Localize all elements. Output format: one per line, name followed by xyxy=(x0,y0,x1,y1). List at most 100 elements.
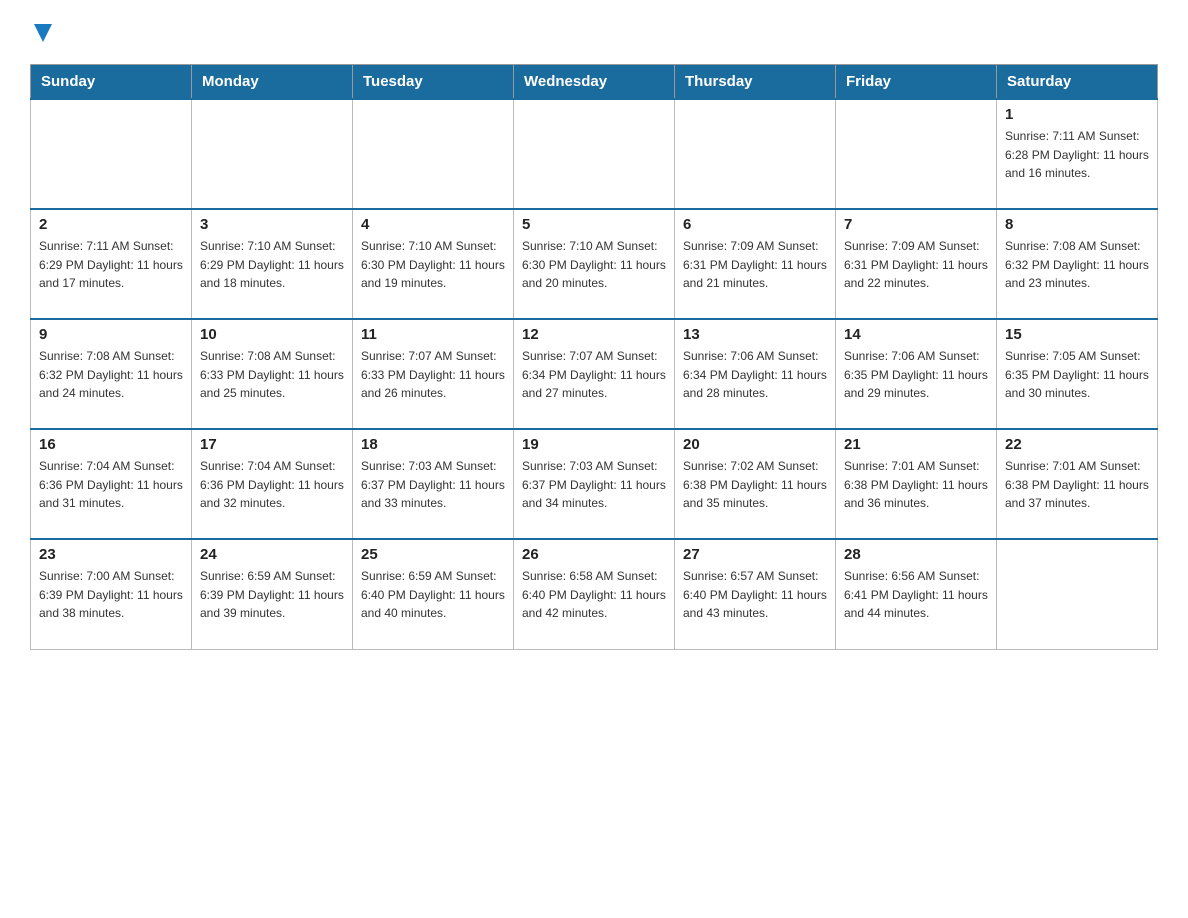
day-info: Sunrise: 6:59 AM Sunset: 6:39 PM Dayligh… xyxy=(200,567,344,623)
calendar-cell: 17 Sunrise: 7:04 AM Sunset: 6:36 PM Dayli… xyxy=(192,429,353,539)
weekday-header-tuesday: Tuesday xyxy=(353,65,514,100)
day-info: Sunrise: 7:01 AM Sunset: 6:38 PM Dayligh… xyxy=(1005,457,1149,513)
day-number: 19 xyxy=(522,436,666,453)
calendar-cell: 14 Sunrise: 7:06 AM Sunset: 6:35 PM Dayli… xyxy=(836,319,997,429)
calendar-cell xyxy=(836,99,997,209)
day-number: 25 xyxy=(361,546,505,563)
calendar-cell: 24 Sunrise: 6:59 AM Sunset: 6:39 PM Dayli… xyxy=(192,539,353,649)
calendar-cell: 22 Sunrise: 7:01 AM Sunset: 6:38 PM Dayli… xyxy=(997,429,1158,539)
calendar-cell: 10 Sunrise: 7:08 AM Sunset: 6:33 PM Dayli… xyxy=(192,319,353,429)
calendar-cell: 2Sunrise: 7:11 AM Sunset: 6:29 PM Daylig… xyxy=(31,209,192,319)
day-number: 22 xyxy=(1005,436,1149,453)
day-number: 6 xyxy=(683,216,827,233)
weekday-header-saturday: Saturday xyxy=(997,65,1158,100)
day-number: 21 xyxy=(844,436,988,453)
day-info: Sunrise: 7:11 AM Sunset: 6:28 PM Dayligh… xyxy=(1005,127,1149,183)
calendar-cell xyxy=(353,99,514,209)
day-info: Sunrise: 6:58 AM Sunset: 6:40 PM Dayligh… xyxy=(522,567,666,623)
calendar-cell: 27 Sunrise: 6:57 AM Sunset: 6:40 PM Dayli… xyxy=(675,539,836,649)
day-number: 11 xyxy=(361,326,505,343)
calendar-cell: 20Sunrise: 7:02 AM Sunset: 6:38 PM Dayli… xyxy=(675,429,836,539)
calendar-cell: 11 Sunrise: 7:07 AM Sunset: 6:33 PM Dayli… xyxy=(353,319,514,429)
calendar-cell xyxy=(997,539,1158,649)
day-info: Sunrise: 7:04 AM Sunset: 6:36 PM Dayligh… xyxy=(39,457,183,513)
weekday-header-wednesday: Wednesday xyxy=(514,65,675,100)
calendar-cell xyxy=(31,99,192,209)
day-info: Sunrise: 7:07 AM Sunset: 6:34 PM Dayligh… xyxy=(522,347,666,403)
logo-arrow-icon xyxy=(32,22,54,44)
day-number: 23 xyxy=(39,546,183,563)
day-info: Sunrise: 7:10 AM Sunset: 6:29 PM Dayligh… xyxy=(200,237,344,293)
day-info: Sunrise: 7:09 AM Sunset: 6:31 PM Dayligh… xyxy=(844,237,988,293)
day-number: 4 xyxy=(361,216,505,233)
day-info: Sunrise: 7:06 AM Sunset: 6:35 PM Dayligh… xyxy=(844,347,988,403)
day-number: 27 xyxy=(683,546,827,563)
day-number: 16 xyxy=(39,436,183,453)
day-number: 26 xyxy=(522,546,666,563)
day-number: 24 xyxy=(200,546,344,563)
weekday-header-thursday: Thursday xyxy=(675,65,836,100)
week-row-5: 23 Sunrise: 7:00 AM Sunset: 6:39 PM Dayli… xyxy=(31,539,1158,649)
day-number: 9 xyxy=(39,326,183,343)
calendar-cell: 8 Sunrise: 7:08 AM Sunset: 6:32 PM Daylig… xyxy=(997,209,1158,319)
week-row-4: 16 Sunrise: 7:04 AM Sunset: 6:36 PM Dayli… xyxy=(31,429,1158,539)
week-row-1: 1 Sunrise: 7:11 AM Sunset: 6:28 PM Daylig… xyxy=(31,99,1158,209)
calendar-cell: 3 Sunrise: 7:10 AM Sunset: 6:29 PM Daylig… xyxy=(192,209,353,319)
day-info: Sunrise: 7:08 AM Sunset: 6:32 PM Dayligh… xyxy=(39,347,183,403)
day-info: Sunrise: 7:10 AM Sunset: 6:30 PM Dayligh… xyxy=(361,237,505,293)
day-info: Sunrise: 7:07 AM Sunset: 6:33 PM Dayligh… xyxy=(361,347,505,403)
calendar-cell: 25 Sunrise: 6:59 AM Sunset: 6:40 PM Dayli… xyxy=(353,539,514,649)
weekday-header-sunday: Sunday xyxy=(31,65,192,100)
calendar-cell: 21 Sunrise: 7:01 AM Sunset: 6:38 PM Dayli… xyxy=(836,429,997,539)
day-info: Sunrise: 7:08 AM Sunset: 6:32 PM Dayligh… xyxy=(1005,237,1149,293)
day-number: 10 xyxy=(200,326,344,343)
day-info: Sunrise: 7:05 AM Sunset: 6:35 PM Dayligh… xyxy=(1005,347,1149,403)
calendar-cell: 16 Sunrise: 7:04 AM Sunset: 6:36 PM Dayli… xyxy=(31,429,192,539)
logo xyxy=(30,20,54,44)
day-info: Sunrise: 7:03 AM Sunset: 6:37 PM Dayligh… xyxy=(522,457,666,513)
week-row-3: 9 Sunrise: 7:08 AM Sunset: 6:32 PM Daylig… xyxy=(31,319,1158,429)
calendar-cell: 7Sunrise: 7:09 AM Sunset: 6:31 PM Daylig… xyxy=(836,209,997,319)
day-info: Sunrise: 7:01 AM Sunset: 6:38 PM Dayligh… xyxy=(844,457,988,513)
day-number: 28 xyxy=(844,546,988,563)
calendar-cell: 1 Sunrise: 7:11 AM Sunset: 6:28 PM Daylig… xyxy=(997,99,1158,209)
day-info: Sunrise: 7:11 AM Sunset: 6:29 PM Dayligh… xyxy=(39,237,183,293)
day-number: 3 xyxy=(200,216,344,233)
day-number: 18 xyxy=(361,436,505,453)
day-number: 8 xyxy=(1005,216,1149,233)
calendar-cell: 5 Sunrise: 7:10 AM Sunset: 6:30 PM Daylig… xyxy=(514,209,675,319)
calendar-cell: 26 Sunrise: 6:58 AM Sunset: 6:40 PM Dayli… xyxy=(514,539,675,649)
page-header xyxy=(30,20,1158,44)
calendar-cell xyxy=(192,99,353,209)
calendar-table: SundayMondayTuesdayWednesdayThursdayFrid… xyxy=(30,64,1158,650)
day-number: 5 xyxy=(522,216,666,233)
day-info: Sunrise: 7:08 AM Sunset: 6:33 PM Dayligh… xyxy=(200,347,344,403)
week-row-2: 2Sunrise: 7:11 AM Sunset: 6:29 PM Daylig… xyxy=(31,209,1158,319)
weekday-header-row: SundayMondayTuesdayWednesdayThursdayFrid… xyxy=(31,65,1158,100)
day-number: 15 xyxy=(1005,326,1149,343)
day-number: 20 xyxy=(683,436,827,453)
calendar-cell: 4 Sunrise: 7:10 AM Sunset: 6:30 PM Daylig… xyxy=(353,209,514,319)
calendar-cell: 18Sunrise: 7:03 AM Sunset: 6:37 PM Dayli… xyxy=(353,429,514,539)
day-number: 13 xyxy=(683,326,827,343)
calendar-cell: 12Sunrise: 7:07 AM Sunset: 6:34 PM Dayli… xyxy=(514,319,675,429)
day-info: Sunrise: 7:10 AM Sunset: 6:30 PM Dayligh… xyxy=(522,237,666,293)
calendar-cell: 28 Sunrise: 6:56 AM Sunset: 6:41 PM Dayli… xyxy=(836,539,997,649)
day-info: Sunrise: 7:09 AM Sunset: 6:31 PM Dayligh… xyxy=(683,237,827,293)
day-info: Sunrise: 6:57 AM Sunset: 6:40 PM Dayligh… xyxy=(683,567,827,623)
calendar-cell: 6 Sunrise: 7:09 AM Sunset: 6:31 PM Daylig… xyxy=(675,209,836,319)
day-number: 17 xyxy=(200,436,344,453)
day-info: Sunrise: 7:06 AM Sunset: 6:34 PM Dayligh… xyxy=(683,347,827,403)
day-info: Sunrise: 7:04 AM Sunset: 6:36 PM Dayligh… xyxy=(200,457,344,513)
calendar-cell xyxy=(675,99,836,209)
day-number: 1 xyxy=(1005,106,1149,123)
calendar-cell: 9 Sunrise: 7:08 AM Sunset: 6:32 PM Daylig… xyxy=(31,319,192,429)
day-info: Sunrise: 6:56 AM Sunset: 6:41 PM Dayligh… xyxy=(844,567,988,623)
day-info: Sunrise: 6:59 AM Sunset: 6:40 PM Dayligh… xyxy=(361,567,505,623)
calendar-cell: 19 Sunrise: 7:03 AM Sunset: 6:37 PM Dayli… xyxy=(514,429,675,539)
calendar-cell: 15 Sunrise: 7:05 AM Sunset: 6:35 PM Dayli… xyxy=(997,319,1158,429)
calendar-cell: 23 Sunrise: 7:00 AM Sunset: 6:39 PM Dayli… xyxy=(31,539,192,649)
day-number: 14 xyxy=(844,326,988,343)
calendar-cell xyxy=(514,99,675,209)
day-info: Sunrise: 7:00 AM Sunset: 6:39 PM Dayligh… xyxy=(39,567,183,623)
